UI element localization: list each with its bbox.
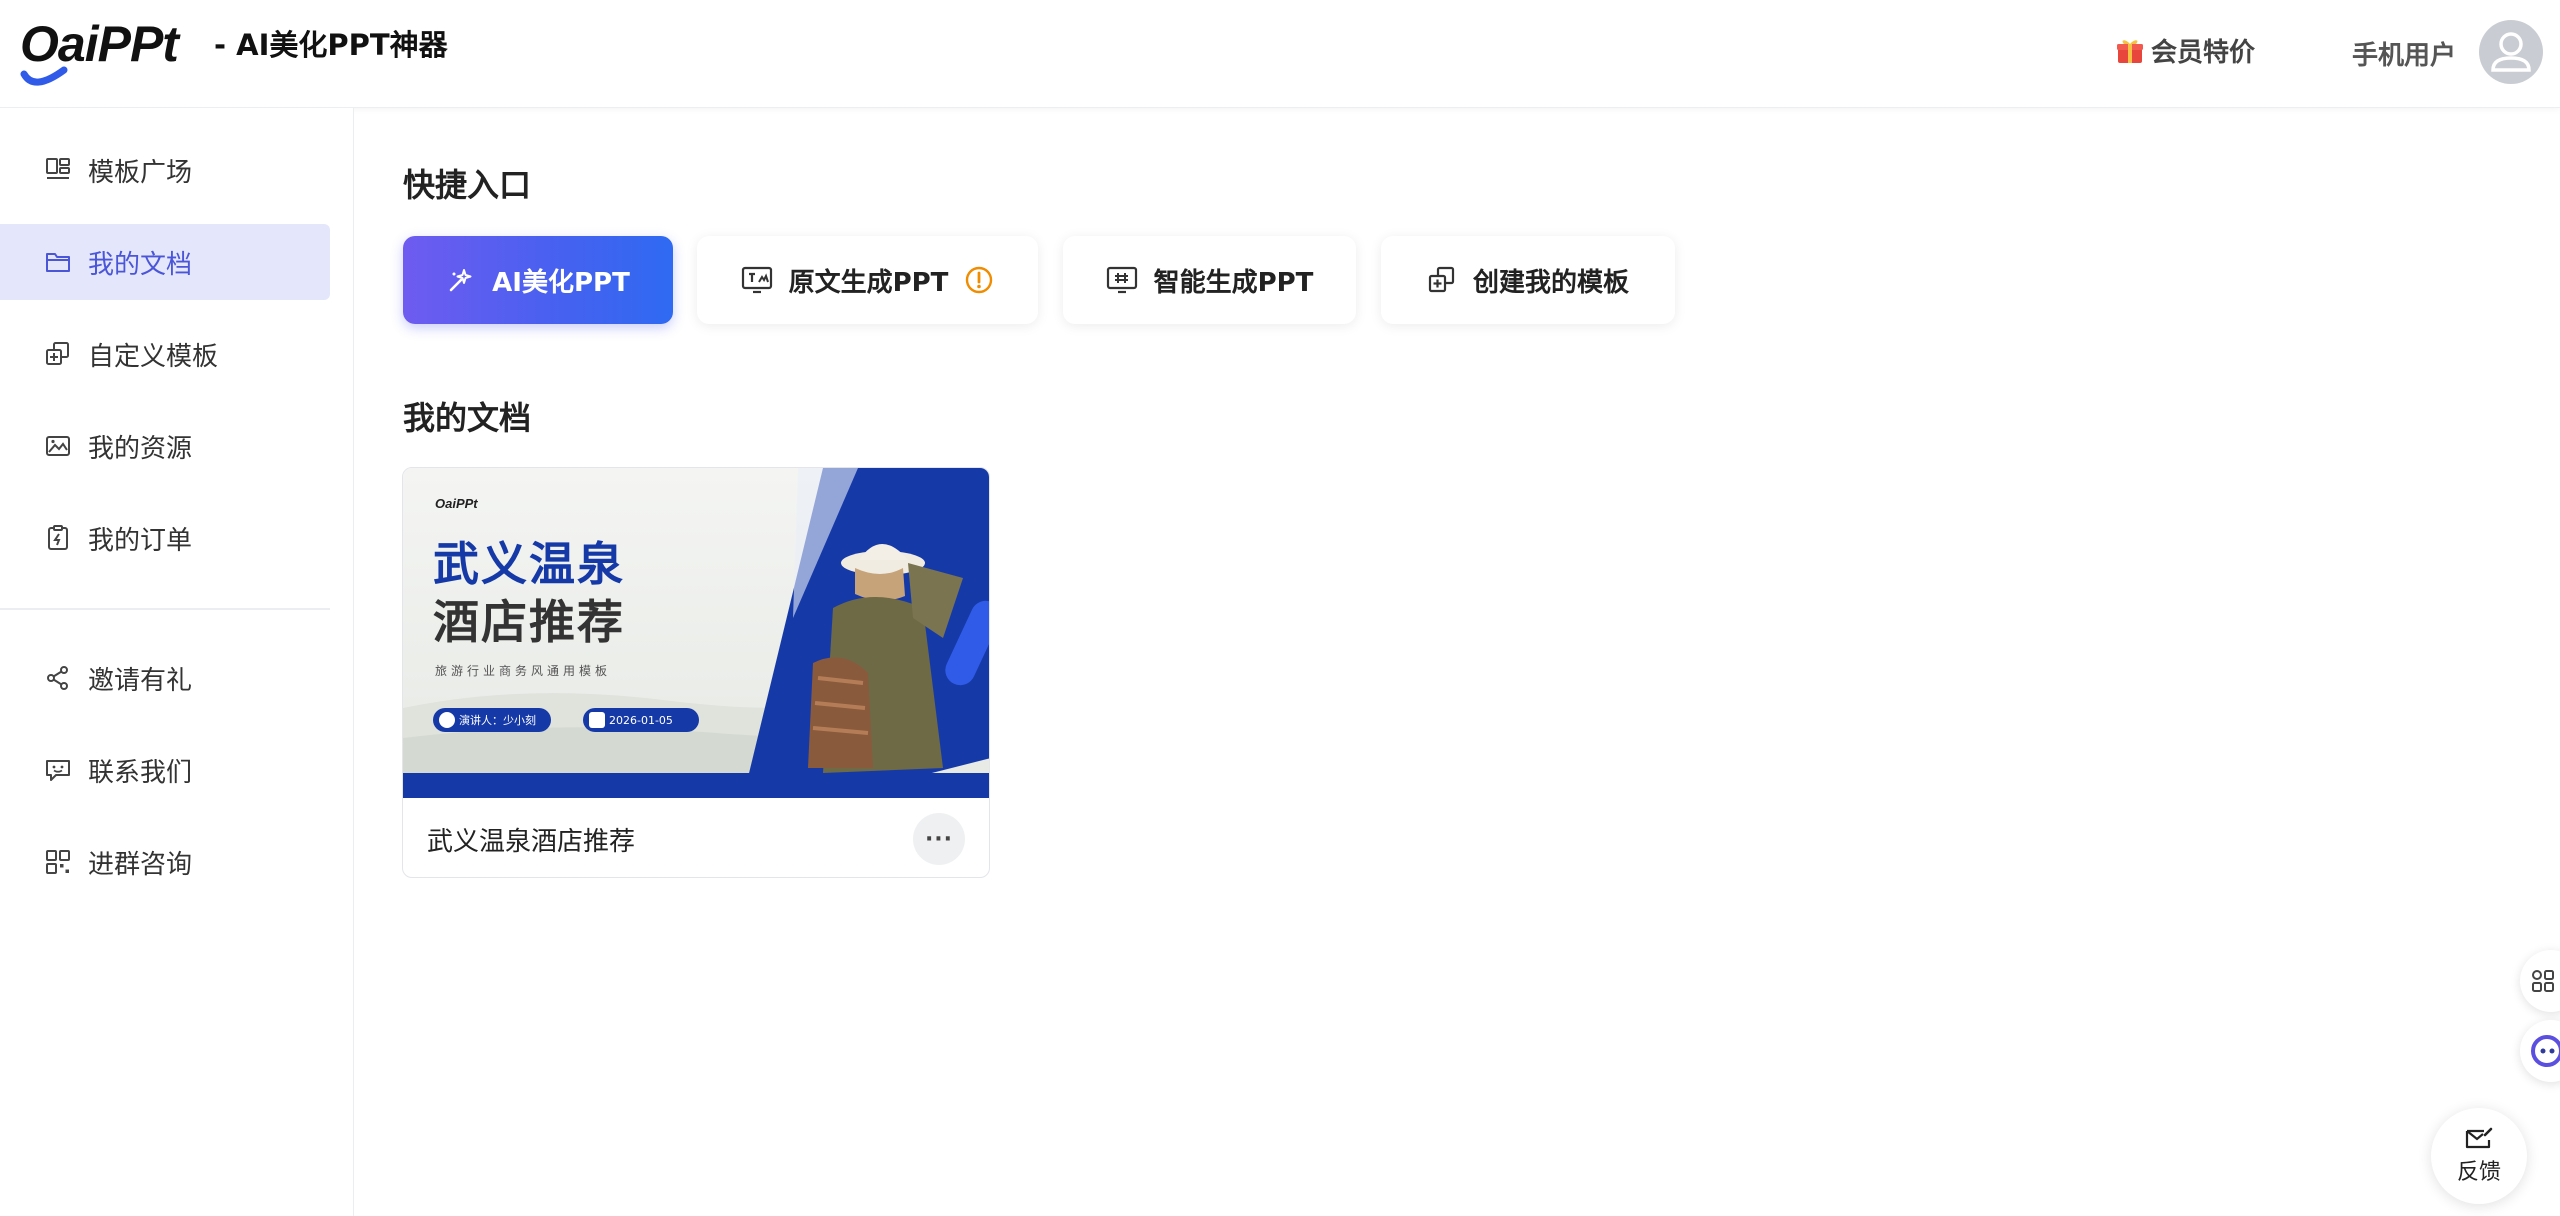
thumbnail-title-line1: 武义温泉 — [433, 537, 625, 591]
share-icon — [47, 666, 68, 690]
quick-action-label: 智能生成PPT — [1153, 267, 1314, 298]
gift-icon — [2117, 39, 2143, 63]
create-template-icon — [1428, 266, 1455, 293]
quick-access-title: 快捷入口 — [403, 166, 532, 204]
calendar-icon — [589, 712, 605, 728]
quick-action-label: 原文生成PPT — [788, 267, 949, 298]
ai-beautify-ppt-button[interactable]: AI美化PPT — [403, 236, 673, 324]
avatar[interactable] — [2479, 20, 2543, 84]
sidebar-divider — [0, 608, 330, 610]
sidebar-item-label: 联系我们 — [88, 757, 193, 788]
sidebar-item-label: 我的文档 — [88, 249, 193, 280]
floating-ai-assistant-button[interactable] — [2520, 1020, 2560, 1082]
vip-offer-link[interactable]: 会员特价 — [2115, 32, 2255, 69]
sidebar-item-label: 我的订单 — [88, 525, 193, 556]
sidebar-item-join-group[interactable]: 进群咨询 — [0, 824, 330, 900]
create-my-template-button[interactable]: 创建我的模板 — [1381, 236, 1675, 324]
sidebar-item-my-documents[interactable]: 我的文档 — [0, 224, 330, 300]
folder-icon — [46, 253, 70, 272]
qrcode-icon — [46, 850, 70, 874]
smart-slide-icon — [1106, 266, 1137, 294]
image-resource-icon — [46, 436, 70, 456]
quick-action-label: 创建我的模板 — [1472, 267, 1629, 298]
ai-assistant-icon — [2531, 1035, 2560, 1067]
presenter-icon — [439, 712, 455, 728]
magic-wand-icon — [449, 269, 472, 292]
thumbnail-presenter: 演讲人：少小刻 — [459, 714, 536, 727]
thumbnail-title-line2: 酒店推荐 — [433, 595, 625, 649]
my-documents-title: 我的文档 — [403, 399, 532, 437]
smart-generate-ppt-button[interactable]: 智能生成PPT — [1063, 236, 1356, 324]
sidebar-item-template-square[interactable]: 模板广场 — [0, 132, 330, 208]
quick-action-label: AI美化PPT — [492, 267, 630, 298]
document-card[interactable]: OaiPPt 武义温泉 酒店推荐 旅游行业商务风通用模板 演讲人：少小刻 202… — [402, 467, 990, 878]
vip-label: 会员特价 — [2151, 38, 2256, 68]
sidebar-item-label: 我的资源 — [88, 433, 193, 464]
order-clipboard-icon — [48, 525, 68, 550]
sidebar-item-label: 进群咨询 — [88, 849, 193, 880]
user-name[interactable]: 手机用户 — [2352, 35, 2456, 72]
thumbnail-presenter-pill: 演讲人：少小刻 — [433, 708, 551, 732]
custom-template-icon — [46, 342, 69, 365]
template-grid-icon — [46, 158, 70, 179]
user-avatar-icon — [2491, 32, 2531, 72]
logo-swoosh-icon — [20, 66, 68, 86]
sidebar-item-custom-template[interactable]: 自定义模板 — [0, 316, 330, 392]
app-title: - AI美化PPT神器 — [214, 28, 448, 62]
oaippt-logo[interactable]: OaiPPt — [20, 14, 179, 86]
sidebar-item-label: 模板广场 — [88, 157, 193, 188]
top-header: OaiPPt - AI美化PPT神器 会员特价 手机用户 — [0, 0, 2560, 108]
sidebar-item-my-resources[interactable]: 我的资源 — [0, 408, 330, 484]
document-thumbnail[interactable]: OaiPPt 武义温泉 酒店推荐 旅游行业商务风通用模板 演讲人：少小刻 202… — [403, 468, 989, 798]
feedback-button[interactable]: 反馈 — [2431, 1108, 2527, 1204]
text-to-ppt-button[interactable]: 原文生成PPT — [697, 236, 1038, 324]
chat-icon — [46, 760, 70, 781]
mail-edit-icon — [2465, 1127, 2493, 1149]
apps-grid-icon — [2532, 970, 2554, 992]
document-more-button[interactable]: ··· — [913, 813, 965, 865]
sidebar-item-label: 邀请有礼 — [88, 665, 193, 696]
thumbnail-date: 2026-01-05 — [609, 713, 673, 727]
thumbnail-subtitle: 旅游行业商务风通用模板 — [435, 664, 612, 678]
sidebar: 模板广场 我的文档 自定义模板 我的资源 我的订单 邀请有礼 联系我们 进群咨询 — [0, 108, 354, 1216]
feedback-label: 反馈 — [2456, 1160, 2501, 1185]
sidebar-item-label: 自定义模板 — [88, 341, 219, 372]
warning-icon[interactable] — [964, 265, 994, 295]
sidebar-item-invite[interactable]: 邀请有礼 — [0, 640, 330, 716]
document-name[interactable]: 武义温泉酒店推荐 — [427, 821, 635, 858]
logo-text: OaiPPt — [20, 16, 179, 72]
sidebar-item-my-orders[interactable]: 我的订单 — [0, 500, 330, 576]
text-to-slide-icon — [741, 266, 772, 294]
thumbnail-logo: OaiPPt — [435, 496, 478, 511]
sidebar-item-contact[interactable]: 联系我们 — [0, 732, 330, 808]
floating-apps-button[interactable] — [2520, 950, 2560, 1012]
thumbnail-date-pill: 2026-01-05 — [583, 708, 699, 732]
